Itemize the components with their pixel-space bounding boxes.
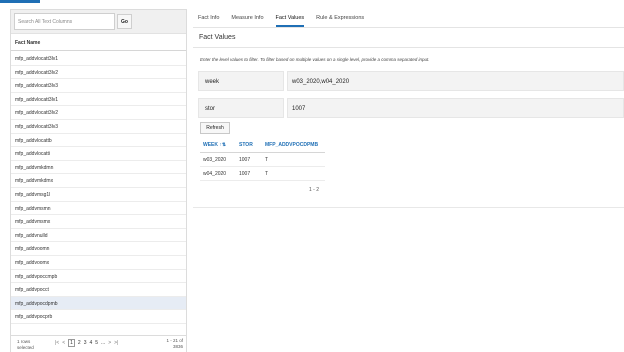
column-header-fact[interactable]: MFP_ADDVPOCDPMB (262, 137, 325, 152)
fact-row[interactable]: mfp_addvlocattb (11, 134, 186, 148)
content-bottom-divider (193, 207, 624, 208)
search-toolbar: Go (11, 10, 186, 34)
page-link[interactable]: 5 (95, 340, 98, 346)
filter-row-stor: stor 1007 (198, 98, 624, 118)
fact-row[interactable]: mfp_addvlocatt3lv2 (11, 106, 186, 120)
table-header-row: WEEK ↑⇅ STOR MFP_ADDVPOCDPMB (200, 137, 325, 153)
fact-row[interactable]: mfp_addvoomx (11, 256, 186, 270)
previous-page-icon[interactable]: < (62, 340, 65, 346)
section-divider (193, 47, 624, 48)
column-header-stor[interactable]: STOR (236, 137, 262, 152)
fact-list-panel: Go Fact Name mfp_addvlocatt3lv1 mfp_addv… (10, 9, 187, 352)
filter-row-week: week w03_2020,w04_2020 (198, 71, 624, 91)
fact-row[interactable]: mfp_addvpocprb (11, 310, 186, 324)
fact-row[interactable]: mfp_addvpocct (11, 283, 186, 297)
filter-instructions: Enter the level values to filter. To fil… (200, 57, 430, 62)
table-cell: w04_2020 (203, 171, 227, 177)
fact-row[interactable]: mfp_addvpoccmpb (11, 270, 186, 284)
table-cell: w03_2020 (203, 157, 227, 163)
fact-row[interactable]: mfp_addvlocatt3lv1 (11, 93, 186, 107)
fact-row[interactable]: mfp_addvmsmn (11, 202, 186, 216)
table-row[interactable]: w03_2020 1007 T (200, 153, 325, 167)
fact-values-table: WEEK ↑⇅ STOR MFP_ADDVPOCDPMB w03_2020 10… (200, 137, 325, 181)
top-accent (0, 0, 40, 3)
fact-row[interactable]: mfp_addvlocatt3lv3 (11, 79, 186, 93)
page-link[interactable]: 4 (89, 340, 92, 346)
fact-row[interactable]: mfp_addvoomn (11, 242, 186, 256)
page-ellipsis: ... (101, 340, 106, 346)
table-cell: 1007 (239, 157, 251, 163)
pager-range: 1 - 21 of 3836 (166, 338, 183, 349)
fact-row[interactable]: mfp_addvmsmx (11, 215, 186, 229)
fact-row[interactable]: mfp_addvmkdmx (11, 174, 186, 188)
fact-list-pager: 1 rows selected |< < 1 2 3 4 5 ... > >| … (11, 335, 186, 352)
fact-list: mfp_addvlocatt3lv1 mfp_addvlocatt3lv2 mf… (11, 52, 186, 335)
fact-row[interactable]: mfp_addvlocatti (11, 147, 186, 161)
table-cell: T (265, 171, 269, 177)
search-input[interactable] (14, 13, 115, 30)
refresh-button[interactable]: Refresh (200, 122, 230, 134)
filter-label: stor (198, 98, 284, 118)
tab-fact-values[interactable]: Fact Values (275, 13, 305, 27)
fact-name-column-header[interactable]: Fact Name (11, 35, 186, 51)
fact-row[interactable]: mfp_addvmsg1l (11, 188, 186, 202)
table-cell: T (265, 157, 269, 163)
page-link[interactable]: 3 (84, 340, 87, 346)
tab-measure-info[interactable]: Measure Info (231, 13, 263, 27)
table-pager: 1 - 2 (309, 187, 320, 193)
table-cell: 1007 (239, 171, 251, 177)
filter-label: week (198, 71, 284, 91)
fact-row-selected[interactable]: mfp_addvpocdpmb (11, 296, 186, 311)
first-page-icon[interactable]: |< (55, 340, 59, 346)
fact-row[interactable]: mfp_addvmkdmn (11, 161, 186, 175)
fact-row[interactable]: mfp_addvlocatt3lv1 (11, 52, 186, 66)
column-header-week[interactable]: WEEK ↑⇅ (200, 137, 236, 152)
fact-row[interactable]: mfp_addvlocatt3lv3 (11, 120, 186, 134)
week-filter-input[interactable]: w03_2020,w04_2020 (287, 71, 624, 91)
page-link[interactable]: 1 (68, 339, 75, 347)
last-page-icon[interactable]: >| (114, 340, 118, 346)
detail-tabs: Fact Info Measure Info Fact Values Rule … (198, 13, 364, 27)
fact-row[interactable]: mfp_addvnulld (11, 229, 186, 243)
tabs-divider (193, 27, 624, 28)
top-accent-bar (0, 0, 624, 3)
table-row[interactable]: w04_2020 1007 T (200, 167, 325, 181)
section-title: Fact Values (199, 34, 236, 41)
next-page-icon[interactable]: > (108, 340, 111, 346)
tab-fact-info[interactable]: Fact Info (198, 13, 219, 27)
go-button[interactable]: Go (117, 14, 132, 29)
tab-rule-expressions[interactable]: Rule & Expressions (316, 13, 364, 27)
stor-filter-input[interactable]: 1007 (287, 98, 624, 118)
fact-row[interactable]: mfp_addvlocatt3lv2 (11, 66, 186, 80)
page-link[interactable]: 2 (78, 340, 81, 346)
pager-nav: |< < 1 2 3 4 5 ... > >| (55, 339, 118, 347)
rows-selected-info: 1 rows selected (17, 339, 34, 350)
